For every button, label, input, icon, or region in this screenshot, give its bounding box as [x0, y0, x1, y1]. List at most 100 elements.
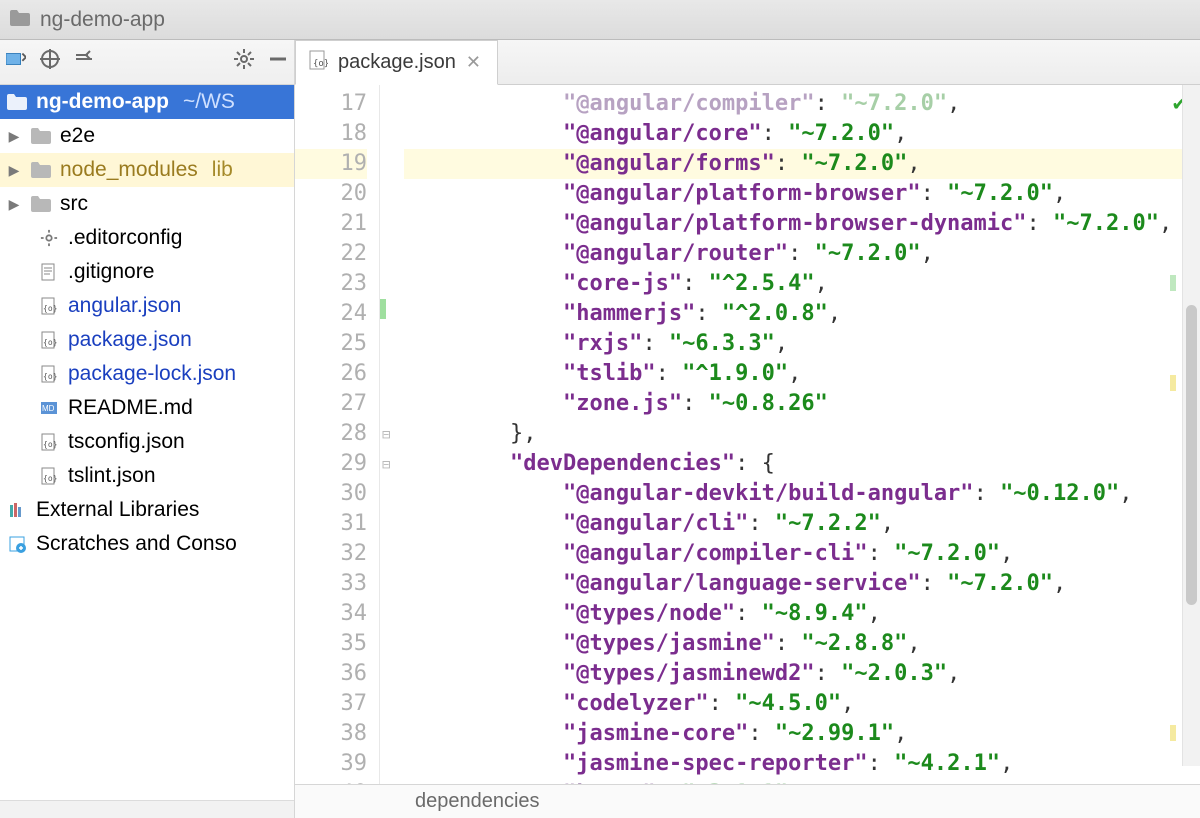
tree-root[interactable]: ng-demo-app ~/WS: [0, 85, 294, 119]
tree-item-angular-json[interactable]: {o}angular.json: [0, 289, 294, 323]
line-number: 20: [295, 179, 367, 209]
tab-package-json[interactable]: {o} package.json ✕: [295, 40, 498, 85]
sidebar-scrollbar[interactable]: [0, 800, 294, 818]
tree-item--gitignore[interactable]: .gitignore: [0, 255, 294, 289]
tree-item-tsconfig-json[interactable]: {o}tsconfig.json: [0, 425, 294, 459]
tree-extra-external-libraries[interactable]: External Libraries: [0, 493, 294, 527]
line-number: 22: [295, 239, 367, 269]
minimize-icon[interactable]: [268, 49, 288, 75]
fold-handle-icon[interactable]: ⊟: [382, 427, 390, 443]
code-line[interactable]: "zone.js": "~0.8.26": [404, 389, 1200, 419]
code-line[interactable]: "devDependencies": {: [404, 449, 1200, 479]
svg-text:{o}: {o}: [43, 338, 57, 347]
expand-arrow-icon[interactable]: ▶: [6, 128, 22, 145]
code-line[interactable]: "tslib": "^1.9.0",: [404, 359, 1200, 389]
tree-item-label: Scratches and Conso: [36, 532, 237, 556]
code-line[interactable]: "@angular/compiler": "~7.2.0",: [404, 89, 1200, 119]
json-icon: {o}: [38, 433, 60, 451]
code-line[interactable]: "@angular/platform-browser-dynamic": "~7…: [404, 209, 1200, 239]
fold-handle-icon[interactable]: ⊟: [382, 457, 390, 473]
code-line[interactable]: "jasmine-core": "~2.99.1",: [404, 719, 1200, 749]
tree-extra-scratches-and-conso[interactable]: Scratches and Conso: [0, 527, 294, 561]
code-line[interactable]: "jasmine-spec-reporter": "~4.2.1",: [404, 749, 1200, 779]
code-line[interactable]: "@angular/cli": "~7.2.2",: [404, 509, 1200, 539]
tree-item-README-md[interactable]: MD README.md: [0, 391, 294, 425]
library-tag: lib: [212, 158, 233, 182]
code-line[interactable]: "karma": "~3.1.1",: [404, 779, 1200, 784]
code-line[interactable]: "@types/jasminewd2": "~2.0.3",: [404, 659, 1200, 689]
tree-item-e2e[interactable]: ▶e2e: [0, 119, 294, 153]
code-line[interactable]: "core-js": "^2.5.4",: [404, 269, 1200, 299]
tree-item-node-modules[interactable]: ▶ node_modules lib: [0, 153, 294, 187]
json-icon: {o}: [38, 467, 60, 485]
project-tree[interactable]: ng-demo-app ~/WS ▶e2e▶node_moduleslib▶sr…: [0, 85, 294, 800]
code-line[interactable]: "@angular/compiler-cli": "~7.2.0",: [404, 539, 1200, 569]
tree-item-src[interactable]: ▶ src: [0, 187, 294, 221]
code-line[interactable]: },: [404, 419, 1200, 449]
line-number: 33: [295, 569, 367, 599]
svg-text:{o}: {o}: [313, 59, 328, 69]
tree-item-label: README.md: [68, 396, 193, 420]
code-line[interactable]: "@angular/language-service": "~7.2.0",: [404, 569, 1200, 599]
svg-text:MD: MD: [42, 404, 55, 413]
scratch-icon: [6, 535, 28, 553]
line-number: 26: [295, 359, 367, 389]
close-icon[interactable]: ✕: [466, 52, 481, 73]
target-icon[interactable]: [40, 49, 60, 75]
line-number: 27: [295, 389, 367, 419]
tree-item-label: package-lock.json: [68, 362, 236, 386]
folder-icon: [6, 94, 28, 110]
code-line[interactable]: "@angular-devkit/build-angular": "~0.12.…: [404, 479, 1200, 509]
tree-item-package-json[interactable]: {o}package.json: [0, 323, 294, 357]
line-number: 18: [295, 119, 367, 149]
tree-item-label: src: [60, 192, 88, 216]
tree-item-package-lock-json[interactable]: {o} package-lock.json: [0, 357, 294, 391]
tree-item-label: External Libraries: [36, 498, 199, 522]
code-content[interactable]: "@angular/compiler": "~7.2.0", "@angular…: [402, 85, 1200, 784]
folder-icon: [10, 8, 30, 32]
code-line[interactable]: "@angular/platform-browser": "~7.2.0",: [404, 179, 1200, 209]
code-line[interactable]: "@angular/core": "~7.2.0",: [404, 119, 1200, 149]
collapse-all-icon[interactable]: [74, 49, 94, 75]
expand-arrow-icon[interactable]: ▶: [6, 162, 22, 179]
svg-text:{o}: {o}: [43, 372, 57, 381]
line-gutter: 1718192021222324252627282930313233343536…: [295, 85, 380, 784]
code-editor[interactable]: 1718192021222324252627282930313233343536…: [295, 85, 1200, 784]
json-icon: {o}: [38, 297, 60, 315]
code-line[interactable]: "rxjs": "~6.3.3",: [404, 329, 1200, 359]
code-line[interactable]: "@types/jasmine": "~2.8.8",: [404, 629, 1200, 659]
code-line[interactable]: "codelyzer": "~4.5.0",: [404, 689, 1200, 719]
tree-root-path: ~/WS: [183, 90, 235, 114]
code-line[interactable]: "@angular/router": "~7.2.0",: [404, 239, 1200, 269]
project-selector-icon[interactable]: [6, 49, 26, 75]
svg-text:{o}: {o}: [43, 474, 57, 483]
line-number: 30: [295, 479, 367, 509]
editor-tab-bar: {o} package.json ✕: [295, 40, 1200, 85]
line-number: 37: [295, 689, 367, 719]
code-line[interactable]: "@types/node": "~8.9.4",: [404, 599, 1200, 629]
breadcrumb-item[interactable]: dependencies: [415, 790, 540, 813]
settings-icon[interactable]: [234, 49, 254, 75]
line-number: 29: [295, 449, 367, 479]
json-icon: {o}: [38, 365, 60, 383]
expand-arrow-icon[interactable]: ▶: [6, 196, 22, 213]
svg-text:{o}: {o}: [43, 440, 57, 449]
code-line[interactable]: "@angular/forms": "~7.2.0",: [404, 149, 1200, 179]
title-bar: ng-demo-app: [0, 0, 1200, 40]
code-line[interactable]: "hammerjs": "^2.0.8",: [404, 299, 1200, 329]
tree-item-label: .editorconfig: [68, 226, 182, 250]
breadcrumb-bar[interactable]: dependencies: [295, 784, 1200, 818]
editor-scrollbar-vertical[interactable]: [1182, 85, 1200, 766]
scrollbar-thumb[interactable]: [1186, 305, 1197, 605]
fold-column[interactable]: ⊟⊟: [380, 85, 402, 784]
folder-icon: [30, 162, 52, 178]
libs-icon: [6, 501, 28, 519]
sidebar-toolbar: [0, 40, 294, 85]
tree-item-label: node_modules: [60, 158, 198, 182]
tree-item--editorconfig[interactable]: .editorconfig: [0, 221, 294, 255]
tree-item-tslint-json[interactable]: {o}tslint.json: [0, 459, 294, 493]
line-number: 24: [295, 299, 367, 329]
project-sidebar: ng-demo-app ~/WS ▶e2e▶node_moduleslib▶sr…: [0, 40, 295, 818]
line-number: 39: [295, 749, 367, 779]
folder-icon: [30, 196, 52, 212]
